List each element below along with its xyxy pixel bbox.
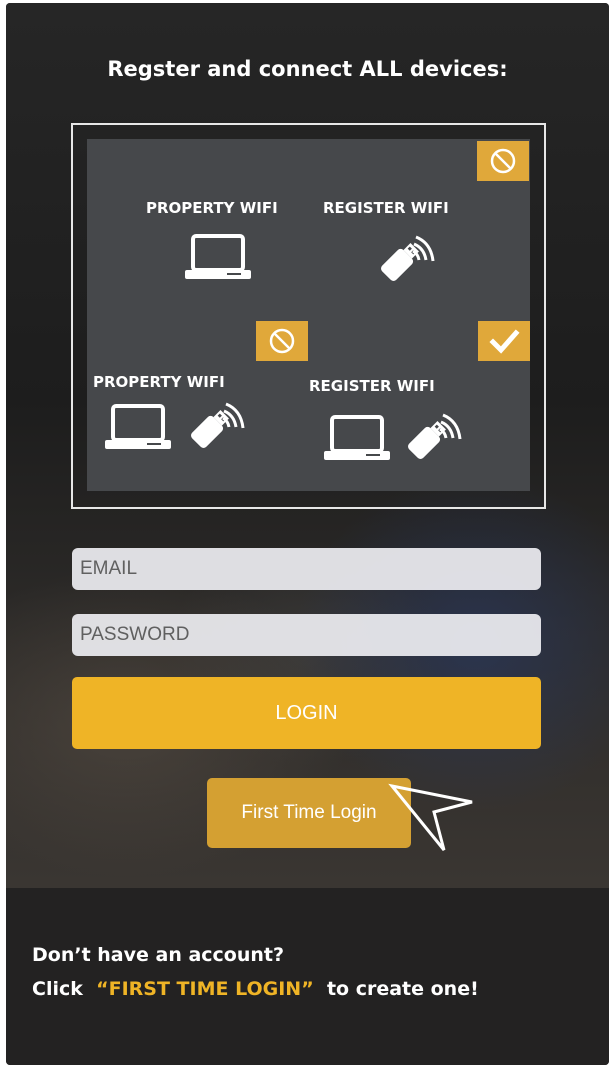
checkmark-badge: [478, 321, 530, 361]
prohibited-badge: [477, 141, 529, 181]
property-wifi-label-2: PROPERTY WIFI: [93, 373, 225, 391]
footer-line-2: Click “FIRST TIME LOGIN” to create one!: [32, 972, 479, 1006]
footer-message: Don’t have an account? Click “FIRST TIME…: [32, 938, 479, 1006]
footer-highlight: “FIRST TIME LOGIN”: [96, 978, 314, 1000]
first-time-login-button[interactable]: First Time Login: [207, 778, 411, 848]
register-wifi-label: REGISTER WIFI: [323, 199, 449, 217]
laptop-icon: [185, 234, 251, 279]
footer-click-text: Click: [32, 978, 83, 1000]
footer-suffix-text: to create one!: [326, 978, 479, 1000]
checkmark-icon: [489, 329, 520, 354]
usb-wifi-dongle-icon: [381, 235, 435, 281]
usb-wifi-dongle-icon: [191, 402, 245, 448]
footer-line-1: Don’t have an account?: [32, 944, 285, 966]
page-heading: Regster and connect ALL devices:: [107, 57, 508, 81]
laptop-icon: [324, 415, 390, 460]
prohibited-icon: [490, 148, 516, 174]
password-field[interactable]: [72, 614, 541, 656]
laptop-icon: [105, 404, 171, 449]
login-button[interactable]: LOGIN: [72, 677, 541, 749]
email-field[interactable]: [72, 548, 541, 590]
usb-wifi-dongle-icon: [408, 413, 462, 459]
property-wifi-label: PROPERTY WIFI: [146, 199, 278, 217]
prohibited-icon: [269, 328, 295, 354]
register-wifi-label-2: REGISTER WIFI: [309, 377, 435, 395]
pointer-arrow-icon: [388, 783, 473, 851]
prohibited-badge-2: [256, 321, 308, 361]
